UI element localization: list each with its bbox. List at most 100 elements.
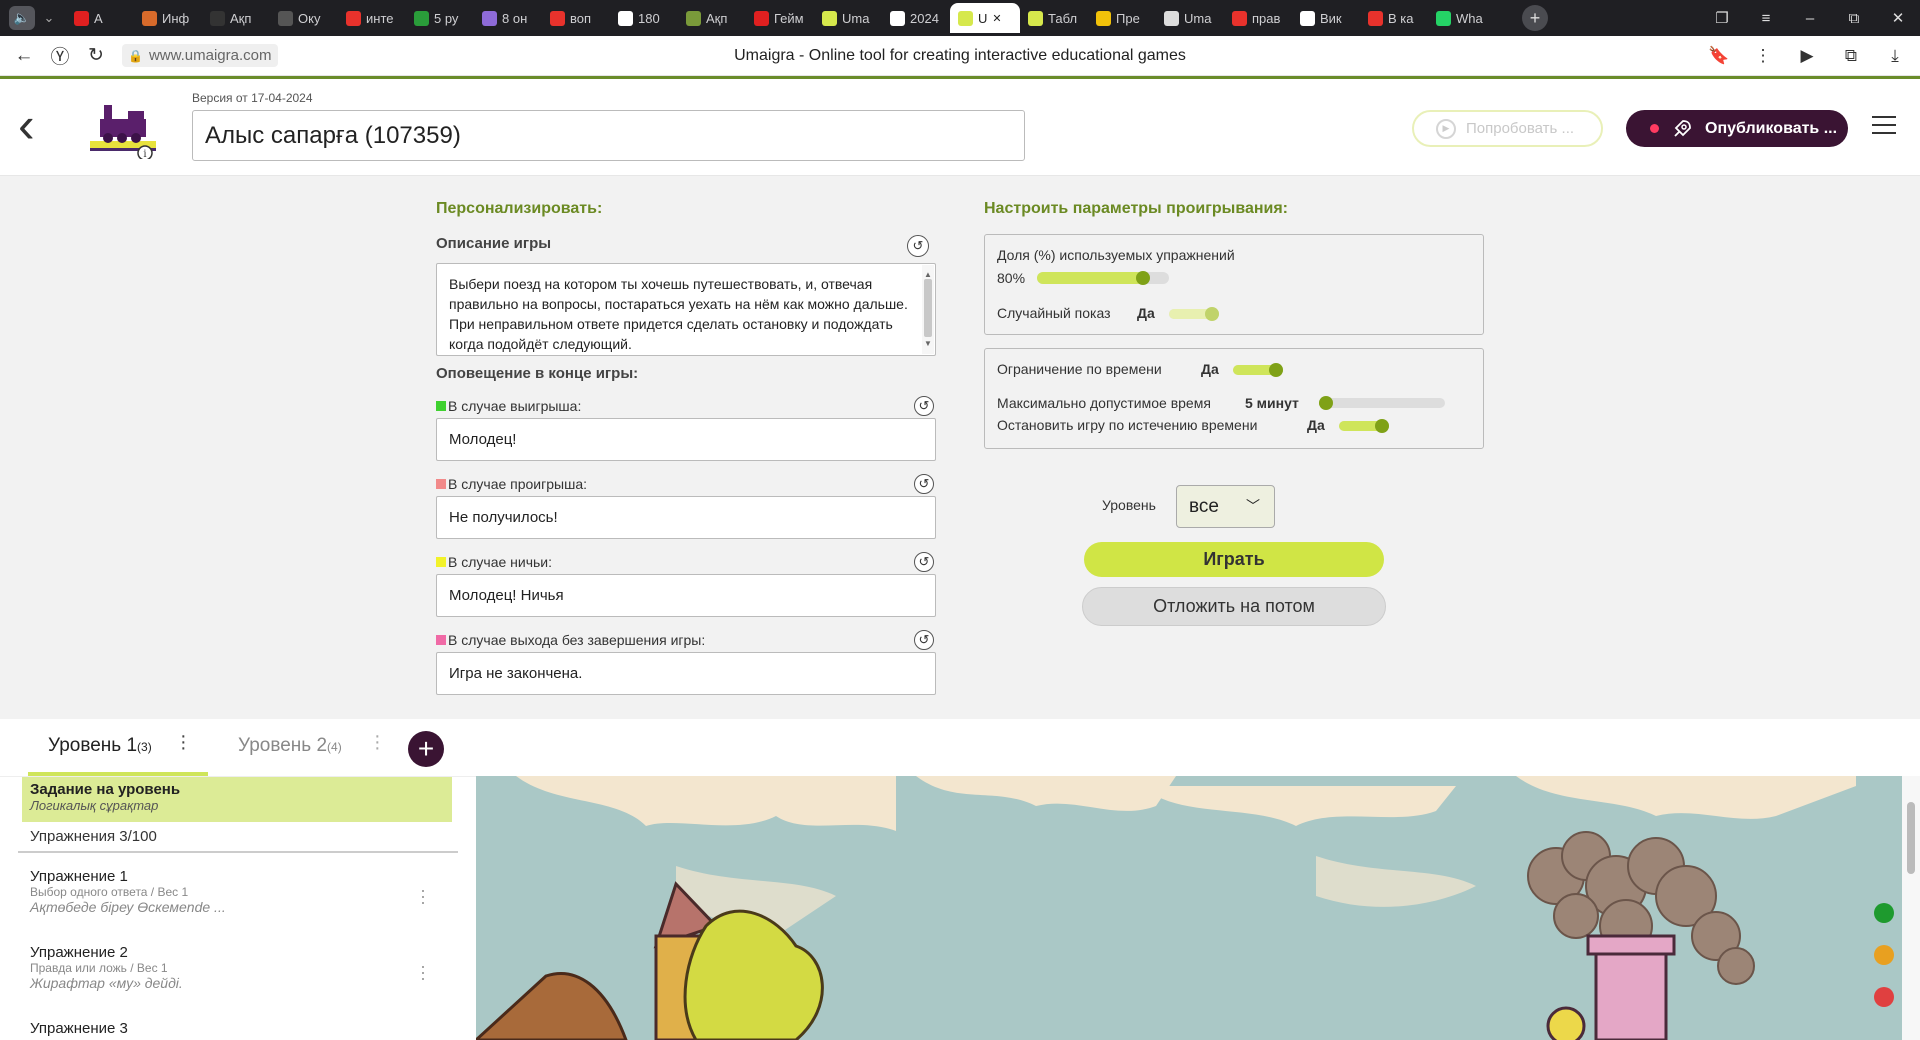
exercise-item[interactable]: Упражнение 3 [30,1020,430,1037]
minimize-icon[interactable]: – [1788,10,1832,27]
description-label: Описание игры [436,235,552,252]
draw-message-input[interactable]: Молодец! Ничья [436,574,936,617]
status-dot-green[interactable] [1874,903,1894,923]
description-scrollbar[interactable]: ▲ ▼ [922,265,934,354]
scroll-down-icon[interactable]: ▼ [922,334,934,354]
browser-tab[interactable]: Вик [1292,3,1360,33]
browser-tab[interactable]: 180 [610,3,678,33]
browser-tab[interactable]: Гейм [746,3,814,33]
game-scene-illustration [476,776,1920,1040]
reset-draw-icon[interactable]: ↺ [914,552,934,572]
try-button-label: Попробовать ... [1466,120,1575,137]
exercise-2-menu-icon[interactable]: · · · [420,957,426,987]
browser-tab[interactable]: инте [338,3,406,33]
restore-icon[interactable]: ⧉ [1832,10,1876,27]
chevron-down-icon[interactable]: ⌄ [41,6,57,30]
time-limit-toggle[interactable] [1233,363,1283,377]
bookmarks-icon[interactable]: ❐ [1700,9,1744,27]
video-icon[interactable]: ▶ [1792,46,1822,66]
win-color-swatch [436,401,446,411]
play-button[interactable]: Играть [1084,542,1384,577]
back-chevron-icon[interactable]: ‹ [18,100,35,150]
yandex-icon[interactable]: Ⓨ [42,42,78,69]
download-icon[interactable]: ⤓ [1880,46,1910,66]
level-2-menu-icon[interactable]: · · · [374,726,381,758]
random-toggle[interactable] [1169,307,1219,321]
reset-description-icon[interactable]: ↺ [907,235,929,257]
exercise-1-menu-icon[interactable]: · · · [420,881,426,911]
browser-tab-label: В ка [1388,10,1414,26]
tab-level-1[interactable]: Уровень 1(3) [48,735,152,757]
win-message-input[interactable]: Молодец! [436,418,936,461]
stop-toggle[interactable] [1339,419,1389,433]
tab-level-2[interactable]: Уровень 2(4) [238,735,342,757]
more-icon[interactable]: ⋮ [1748,46,1778,66]
new-tab-button[interactable]: + [1522,5,1548,31]
status-dot-red[interactable] [1874,987,1894,1007]
browser-tab[interactable]: 8 он [474,3,542,33]
yandex-icon [550,10,565,26]
random-toggle-knob[interactable] [1205,307,1219,321]
browser-tab[interactable]: Пре [1088,3,1156,33]
grid-icon [414,10,429,26]
game-logo[interactable]: i [90,97,162,159]
stop-toggle-knob[interactable] [1375,419,1389,433]
max-time-slider[interactable] [1319,396,1445,410]
collections-icon[interactable]: ⧉ [1836,46,1866,66]
share-slider-knob[interactable] [1136,271,1150,285]
bookmark-icon[interactable]: 🔖 [1704,46,1734,66]
exercise-item[interactable]: Упражнение 2 Правда или ложь / Вес 1 Жир… [30,944,430,991]
close-tab-icon[interactable]: ✕ [992,12,1001,25]
browser-tab[interactable]: Wha [1428,3,1496,33]
browser-tab[interactable]: Ақп [678,3,746,33]
browser-tab[interactable]: Оку [270,3,338,33]
description-textarea[interactable]: Выбери поезд на котором ты хочешь путеше… [436,263,936,356]
time-limit-toggle-knob[interactable] [1269,363,1283,377]
game-preview[interactable] [476,776,1920,1040]
scrollbar-thumb[interactable] [924,279,932,337]
menu-icon[interactable]: ≡ [1744,10,1788,27]
quit-message-input[interactable]: Игра не закончена. [436,652,936,695]
close-icon[interactable]: ✕ [1876,9,1920,27]
share-slider[interactable] [1037,271,1169,285]
browser-tab[interactable]: Табл [1020,3,1088,33]
reload-icon[interactable]: ↻ [78,44,114,67]
url-field[interactable]: 🔒 www.umaigra.com [122,44,278,67]
browser-tab-label: Uma [842,10,870,26]
browser-tab[interactable]: В ка [1360,3,1428,33]
back-arrow-icon[interactable]: ← [6,45,42,67]
browser-tab[interactable]: воп [542,3,610,33]
speaker-icon[interactable]: 🔈 [9,6,35,30]
preview-scrollbar[interactable] [1902,776,1920,1040]
level-task[interactable]: Задание на уровень Логикалық сұрақтар [22,777,452,822]
browser-tab[interactable]: прав [1224,3,1292,33]
browser-tab[interactable]: Uma [814,3,882,33]
lose-message-input[interactable]: Не получилось! [436,496,936,539]
reset-lose-icon[interactable]: ↺ [914,474,934,494]
preview-scrollbar-thumb[interactable] [1907,802,1915,874]
time-limit-value: Да [1201,361,1219,377]
reset-quit-icon[interactable]: ↺ [914,630,934,650]
try-button[interactable]: ▶ Попробовать ... [1412,110,1603,147]
browser-tab[interactable]: Инф [134,3,202,33]
browser-tab[interactable]: U ✕ [950,3,1020,33]
game-title-input[interactable]: Алыс сапарға (107359) [192,110,1025,161]
level-select[interactable]: все ﹀ [1176,485,1275,528]
reset-win-icon[interactable]: ↺ [914,396,934,416]
max-time-slider-knob[interactable] [1319,396,1333,410]
exercise-item[interactable]: Упражнение 1 Выбор одного ответа / Вес 1… [30,868,430,915]
browser-tab[interactable]: A [66,3,134,33]
status-dot-orange[interactable] [1874,945,1894,965]
browser-tab[interactable]: 2024 [882,3,950,33]
browser-tab[interactable]: Ақп [202,3,270,33]
publish-button[interactable]: Опубликовать ... [1626,110,1848,147]
chevron-down-icon: ﹀ [1246,498,1260,514]
add-level-button[interactable]: + [408,731,444,767]
level-1-menu-icon[interactable]: · · · [180,726,187,758]
url-text: www.umaigra.com [148,47,272,64]
browser-tab[interactable]: 5 ру [406,3,474,33]
hamburger-menu-icon[interactable] [1872,116,1896,140]
postpone-button[interactable]: Отложить на потом [1082,587,1386,626]
browser-tab-label: Пре [1116,10,1140,26]
browser-tab[interactable]: Uma [1156,3,1224,33]
